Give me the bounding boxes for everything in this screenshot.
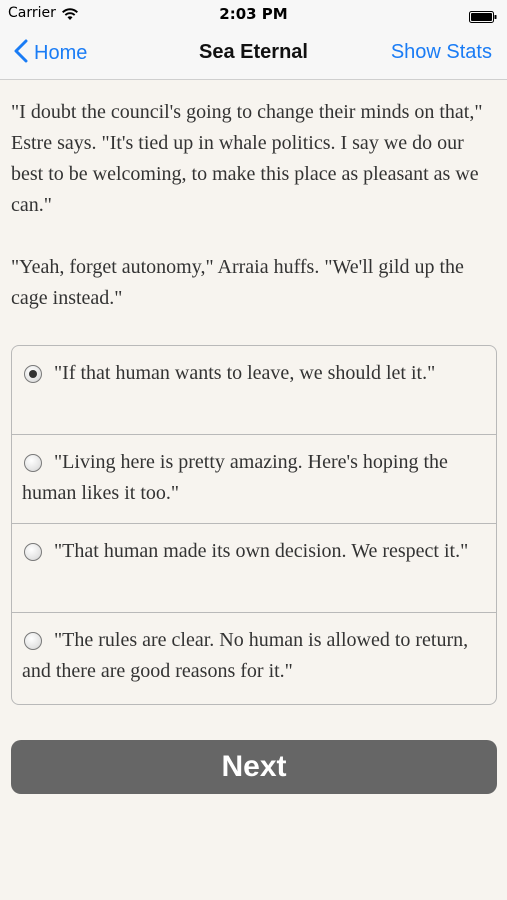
- navigation-bar: Home Sea Eternal Show Stats: [0, 28, 507, 80]
- show-stats-button[interactable]: Show Stats: [391, 41, 492, 64]
- choice-option-3[interactable]: "That human made its own decision. We re…: [12, 524, 496, 613]
- choice-option-4[interactable]: "The rules are clear. No human is allowe…: [12, 613, 496, 704]
- story-paragraph: "Yeah, forget autonomy," Arraia huffs. "…: [11, 256, 464, 309]
- choice-option-1[interactable]: "If that human wants to leave, we should…: [12, 346, 496, 435]
- choice-option-2[interactable]: "Living here is pretty amazing. Here's h…: [12, 435, 496, 524]
- choice-label: "Living here is pretty amazing. Here's h…: [22, 451, 448, 504]
- choice-label: "If that human wants to leave, we should…: [54, 362, 436, 384]
- story-paragraph: "I doubt the council's going to change t…: [11, 101, 483, 216]
- story-text: "I doubt the council's going to change t…: [11, 97, 497, 345]
- next-button[interactable]: Next: [11, 740, 497, 794]
- choice-label: "The rules are clear. No human is allowe…: [22, 629, 469, 682]
- choice-label: "That human made its own decision. We re…: [54, 540, 469, 562]
- status-time: 2:03 PM: [219, 5, 288, 23]
- battery-icon: [469, 8, 497, 27]
- choice-list: "If that human wants to leave, we should…: [11, 345, 497, 705]
- status-bar: Carrier 2:03 PM: [0, 0, 507, 28]
